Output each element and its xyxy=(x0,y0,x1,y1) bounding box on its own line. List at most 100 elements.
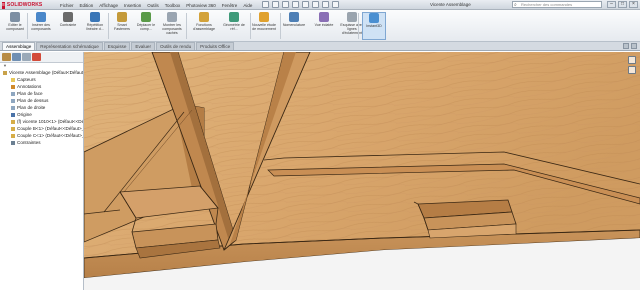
tree-item[interactable]: Origine xyxy=(0,111,83,118)
tool-edit-component-button[interactable]: Editer le composant xyxy=(3,12,27,40)
tool-label: Déplacer le comp... xyxy=(136,23,156,31)
tree-item[interactable]: Plan de dessus xyxy=(0,97,83,104)
open-icon[interactable] xyxy=(272,1,279,8)
tree-item[interactable]: (f) vicente 1010<1> (Défaut<<Défa xyxy=(0,118,83,125)
title-bar: ≡ SOLIDWORKS Fichier Edition Affichage Inse… xyxy=(0,0,640,10)
tree-item[interactable]: Plan de face xyxy=(0,90,83,97)
tool-exploded-view-button[interactable]: Vue éclatée xyxy=(312,12,336,40)
tool-mate-button[interactable]: Contrainte xyxy=(56,12,80,40)
search-placeholder: Rechercher des commandes xyxy=(521,2,573,7)
options-icon[interactable] xyxy=(332,1,339,8)
plane-icon xyxy=(11,105,15,110)
print-icon[interactable] xyxy=(292,1,299,8)
ribbon-separator xyxy=(358,13,359,39)
select-icon[interactable] xyxy=(312,1,319,8)
tree-item[interactable]: Capteurs xyxy=(0,76,83,83)
linear-pattern-icon xyxy=(90,12,100,22)
menu-item-2[interactable]: Affichage xyxy=(99,3,118,8)
tool-label: Répétition linéaire d... xyxy=(86,23,104,31)
tool-label: Insérer des composants xyxy=(31,23,51,31)
assembly-features-icon xyxy=(199,12,209,22)
document-title: Vicente Assemblage xyxy=(430,2,471,7)
tool-instant3d-button[interactable]: Instant3D xyxy=(362,12,386,40)
tree-item-label: Couple B<1> (Défaut<<Défaut>_Eta xyxy=(17,126,83,131)
menu-item-8[interactable]: Aide xyxy=(243,3,252,8)
ribbon-separator xyxy=(27,13,28,39)
tree-item[interactable]: Couple C<1> (Défaut<<Défaut>_Eta xyxy=(0,132,83,139)
pin-icon[interactable] xyxy=(631,43,637,49)
configuration-manager-tab-icon[interactable] xyxy=(22,53,31,61)
tree-item[interactable]: Plan de droite xyxy=(0,104,83,111)
menu-item-0[interactable]: Fichier xyxy=(60,3,74,8)
rebuild-icon[interactable] xyxy=(322,1,329,8)
tool-show-hidden-button[interactable]: Montrer les composants cachés xyxy=(160,12,184,40)
tree-item-label: Plan de face xyxy=(17,91,43,96)
minimize-icon[interactable]: – xyxy=(607,1,616,8)
zoom-fit-icon[interactable] xyxy=(628,56,636,64)
feature-manager-tab-icon[interactable] xyxy=(2,53,11,61)
new-document-icon[interactable] xyxy=(262,1,269,8)
tree-item[interactable]: Couple B<1> (Défaut<<Défaut>_Eta xyxy=(0,125,83,132)
maximize-icon[interactable]: □ xyxy=(618,1,627,8)
tool-bom-button[interactable]: Nomenclature xyxy=(282,12,306,40)
tab-4[interactable]: Outils de rendu xyxy=(155,42,196,50)
command-search-input[interactable]: ⌕ Rechercher des commandes xyxy=(512,1,602,8)
panel-tabs xyxy=(0,52,83,63)
tool-label: Montrer les composants cachés xyxy=(162,23,182,35)
tool-smart-fasteners-button[interactable]: Smart Fasteners xyxy=(110,12,134,40)
tab-2[interactable]: Esquisse xyxy=(103,42,131,50)
tool-label: Contrainte xyxy=(59,23,77,27)
brand-text: SOLIDWORKS xyxy=(6,2,43,8)
ds-logo-icon: ≡ xyxy=(2,1,5,9)
display-manager-tab-icon[interactable] xyxy=(32,53,41,61)
customize-icon[interactable] xyxy=(623,43,629,49)
reference-geometry-icon xyxy=(229,12,239,22)
annotations-icon xyxy=(11,84,15,89)
instant3d-icon xyxy=(369,13,379,23)
menu-item-1[interactable]: Edition xyxy=(80,3,94,8)
menu-item-7[interactable]: Fenêtre xyxy=(222,3,238,8)
tree-item-label: Contraintes xyxy=(17,140,41,145)
tool-label: Nomenclature xyxy=(282,23,306,27)
tree-item-label: Couple C<1> (Défaut<<Défaut>_Eta xyxy=(17,133,83,138)
ribbon-separator xyxy=(186,13,187,39)
close-icon[interactable]: × xyxy=(629,1,638,8)
command-manager: Editer le composant Insérer des composant… xyxy=(0,10,640,42)
tool-reference-geometry-button[interactable]: Géométrie de réf... xyxy=(222,12,246,40)
rotate-view-icon[interactable] xyxy=(628,66,636,74)
tab-5[interactable]: Produits Office xyxy=(196,42,235,50)
command-manager-tabs: Assemblage Représentation schématique Esqu… xyxy=(0,42,640,51)
menu-item-6[interactable]: Photoview 360 xyxy=(186,3,216,8)
menu-item-4[interactable]: Outils xyxy=(147,3,159,8)
undo-icon[interactable] xyxy=(302,1,309,8)
tree-item-label: Origine xyxy=(17,112,32,117)
tree-item[interactable]: Vicente Assemblage (Défaut<Défaut_ xyxy=(0,69,83,76)
save-icon[interactable] xyxy=(282,1,289,8)
tree-item-label: Plan de dessus xyxy=(17,98,49,103)
property-manager-tab-icon[interactable] xyxy=(12,53,21,61)
graphics-area[interactable] xyxy=(84,52,640,290)
solidworks-window: ≡ SOLIDWORKS Fichier Edition Affichage Inse… xyxy=(0,0,640,290)
assembly-icon xyxy=(3,70,7,75)
tree-item-label: Capteurs xyxy=(17,77,36,82)
menu-item-5[interactable]: Toolbox xyxy=(165,3,181,8)
tab-0[interactable]: Assemblage xyxy=(2,42,36,50)
tool-assembly-features-button[interactable]: Fonctions d'assemblage xyxy=(192,12,216,40)
tool-insert-components-button[interactable]: Insérer des composants xyxy=(29,12,53,40)
ribbon-separator xyxy=(250,13,251,39)
mates-icon xyxy=(11,140,15,145)
sensors-icon xyxy=(11,77,15,82)
tab-1[interactable]: Représentation schématique xyxy=(36,42,103,50)
tool-explode-line-sketch-button[interactable]: Esquisse avec lignes d'éclatement xyxy=(340,12,364,40)
menu-bar: Fichier Edition Affichage Insertion Outils To… xyxy=(60,1,252,9)
tree-item[interactable]: Contraintes xyxy=(0,139,83,146)
tree-item[interactable]: Annotations xyxy=(0,83,83,90)
tool-linear-pattern-button[interactable]: Répétition linéaire d... xyxy=(83,12,107,40)
tool-move-component-button[interactable]: Déplacer le comp... xyxy=(134,12,158,40)
solidworks-logo[interactable]: ≡ SOLIDWORKS xyxy=(2,1,43,9)
tool-motion-study-button[interactable]: Nouvelle étude de mouvement xyxy=(252,12,276,40)
menu-item-3[interactable]: Insertion xyxy=(124,3,141,8)
tree-item-label: Annotations xyxy=(17,84,42,89)
tab-3[interactable]: Evaluer xyxy=(131,42,155,50)
wood-assembly-model[interactable] xyxy=(84,52,640,290)
